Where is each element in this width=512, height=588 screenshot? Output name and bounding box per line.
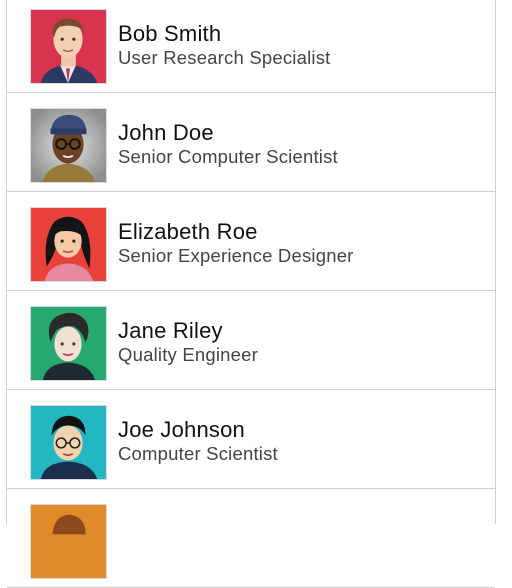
contact-text: Elizabeth Roe Senior Experience Designer	[118, 219, 354, 267]
woman-curly-hair-avatar-icon	[30, 306, 107, 381]
contact-name: Elizabeth Roe	[118, 219, 258, 244]
list-item[interactable]: John Doe Senior Computer Scientist	[7, 93, 495, 192]
list-item[interactable]: Jane Riley Quality Engineer	[7, 291, 495, 390]
man-red-background-avatar-icon	[30, 9, 107, 84]
contact-list-panel: Bob Smith User Research Specialist John …	[6, 0, 496, 588]
list-item[interactable]: Elizabeth Roe Senior Experience Designer	[7, 192, 495, 291]
contact-title: Senior Experience Designer	[118, 245, 354, 266]
contact-name: Jane Riley	[118, 318, 223, 343]
contact-name: John Doe	[118, 120, 214, 145]
contact-list: Bob Smith User Research Specialist John …	[7, 0, 495, 588]
contact-title: Computer Scientist	[118, 443, 278, 464]
partial-avatar-icon	[30, 504, 107, 579]
contact-text: Bob Smith User Research Specialist	[118, 21, 331, 69]
contact-title: User Research Specialist	[118, 47, 331, 68]
contact-name: Bob Smith	[118, 21, 222, 46]
contact-title: Quality Engineer	[118, 344, 258, 365]
contact-name: Joe Johnson	[118, 417, 245, 442]
contact-text: Joe Johnson Computer Scientist	[118, 417, 278, 465]
list-item[interactable]	[7, 489, 495, 588]
list-item[interactable]: Bob Smith User Research Specialist	[7, 0, 495, 93]
man-glasses-beanie-avatar-icon	[30, 108, 107, 183]
list-item[interactable]: Joe Johnson Computer Scientist	[7, 390, 495, 489]
woman-dark-hair-avatar-icon	[30, 207, 107, 282]
contact-text: Jane Riley Quality Engineer	[118, 318, 258, 366]
contact-title: Senior Computer Scientist	[118, 146, 338, 167]
contact-text: John Doe Senior Computer Scientist	[118, 120, 338, 168]
man-glasses-avatar-icon	[30, 405, 107, 480]
